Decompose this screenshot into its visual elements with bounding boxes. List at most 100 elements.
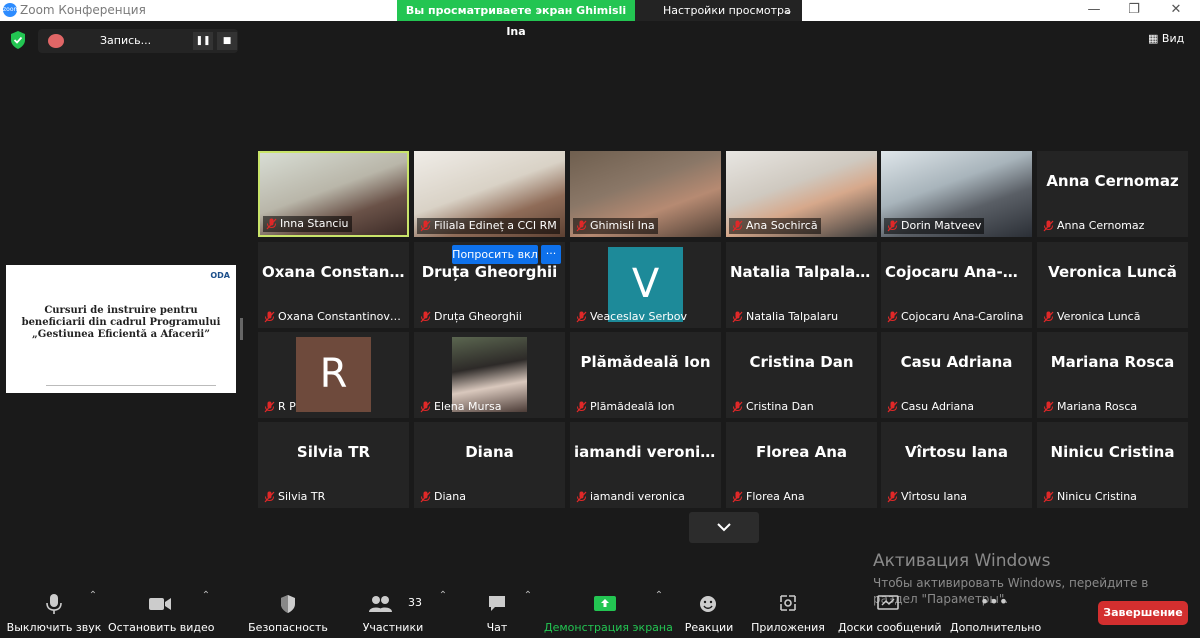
participant-name-label: Inna Stanciu [263, 216, 352, 232]
participant-name-text: Florea Ana [746, 490, 805, 503]
participant-name-text: Ana Sochircă [746, 219, 818, 232]
muted-mic-icon [420, 311, 431, 323]
participant-tile[interactable]: Ghimisli Ina [570, 151, 721, 237]
participant-display-name: Mariana Rosca [1050, 353, 1175, 371]
participant-tile[interactable]: Oxana Constant... Oxana Constantinova, ..… [258, 242, 409, 328]
participant-tile[interactable]: Cojocaru Ana-C... Cojocaru Ana-Carolina [881, 242, 1032, 328]
participant-tile[interactable]: Mariana Rosca Mariana Rosca [1037, 332, 1188, 418]
app-title: Zoom Конференция [20, 3, 146, 17]
encryption-shield-icon[interactable] [9, 30, 27, 50]
recording-label: Запись... [100, 34, 152, 47]
chevron-down-icon: ⌄ [783, 4, 793, 17]
participant-display-name: Natalia Talpalaru [730, 263, 874, 281]
minimize-icon[interactable]: — [1074, 0, 1114, 21]
participant-tile[interactable]: iamandi veronica iamandi veronica [570, 422, 721, 508]
panel-resize-handle[interactable] [240, 318, 243, 340]
share-screen-button[interactable]: Демонстрация экрана [544, 590, 673, 636]
participant-tile[interactable]: Ninicu Cristina Ninicu Cristina [1037, 422, 1188, 508]
participant-tile[interactable]: Anna Cernomaz Anna Cernomaz [1037, 151, 1188, 237]
pause-record-button[interactable]: ❚❚ [193, 32, 213, 50]
participant-tile[interactable]: Inna Stanciu [258, 151, 409, 237]
participant-name-text: Plămădeală Ion [590, 400, 675, 413]
slide-logo: ODA [210, 271, 230, 280]
view-label: Вид [1161, 32, 1185, 45]
chat-button[interactable]: Чат [472, 590, 522, 636]
participant-display-name: iamandi veronica [574, 443, 720, 461]
participant-tile[interactable]: Silvia TR Silvia TR [258, 422, 409, 508]
participant-name-label: Cojocaru Ana-Carolina [884, 309, 1026, 325]
stop-video-button[interactable]: Остановить видео [108, 590, 215, 636]
mute-label: Выключить звук [6, 621, 102, 634]
participant-tile[interactable]: RR P [258, 332, 409, 418]
participant-tile[interactable]: Cristina Dan Cristina Dan [726, 332, 877, 418]
participant-display-name: Anna Cernomaz [1046, 172, 1179, 190]
participant-display-name: Ninicu Cristina [1050, 443, 1175, 461]
participant-name-text: Filiala Edineț a CCI RM [434, 219, 557, 232]
participant-name-label: Natalia Talpalaru [729, 309, 841, 325]
restore-icon[interactable]: ❐ [1114, 0, 1154, 21]
participant-tile[interactable]: Casu Adriana Casu Adriana [881, 332, 1032, 418]
participant-display-name: Cristina Dan [749, 353, 854, 371]
participant-more-button[interactable]: ··· [541, 245, 561, 264]
participant-tile[interactable]: Plămădeală Ion Plămădeală Ion [570, 332, 721, 418]
participant-tile[interactable]: Dorin Matveev [881, 151, 1032, 237]
participant-name-text: iamandi veronica [590, 490, 685, 503]
participant-tile[interactable]: Natalia Talpalaru Natalia Talpalaru [726, 242, 877, 328]
security-button[interactable]: Безопасность [248, 590, 328, 636]
view-settings-dropdown[interactable]: Настройки просмотра ⌄ [635, 0, 802, 21]
next-page-button[interactable] [689, 512, 759, 543]
security-shield-icon [281, 595, 295, 613]
muted-mic-icon [1043, 311, 1054, 323]
participant-name-text: Natalia Talpalaru [746, 310, 839, 323]
view-settings-label: Настройки просмотра [663, 4, 791, 17]
recording-bar: Запись... ❚❚ ■ [38, 29, 238, 53]
audio-options-caret-icon[interactable]: ⌃ [86, 590, 100, 601]
ask-to-unmute-button[interactable]: Попросить вкл [452, 245, 538, 264]
participant-name-label: iamandi veronica [573, 489, 688, 505]
participant-tile[interactable]: Veronica Luncă Veronica Luncă [1037, 242, 1188, 328]
participant-display-name: Oxana Constant... [262, 263, 409, 281]
video-options-caret-icon[interactable]: ⌃ [199, 590, 213, 601]
participant-name-label: Ninicu Cristina [1040, 489, 1140, 505]
muted-mic-icon [420, 401, 431, 413]
view-button[interactable]: ▦ Вид [1148, 29, 1192, 49]
stop-record-button[interactable]: ■ [217, 32, 237, 50]
whiteboards-button[interactable]: Доски сообщений [838, 590, 942, 636]
muted-mic-icon [420, 491, 431, 503]
participant-name-text: Casu Adriana [901, 400, 974, 413]
participant-name-text: Veronica Luncă [1057, 310, 1141, 323]
participant-name-label: Druța Gheorghii [417, 309, 525, 325]
participant-name-text: Ghimisli Ina [590, 219, 655, 232]
muted-mic-icon [887, 491, 898, 503]
participant-name-label: Diana [417, 489, 469, 505]
participant-tile[interactable]: Diana Diana [414, 422, 565, 508]
share-caret-icon[interactable]: ⌃ [652, 590, 666, 601]
participant-tile[interactable]: Filiala Edineț a CCI RM [414, 151, 565, 237]
participant-name-label: R P [261, 399, 299, 415]
participants-button[interactable]: 33 Участники [360, 590, 426, 636]
participant-name-text: Druța Gheorghii [434, 310, 522, 323]
participant-name-text: Silvia TR [278, 490, 326, 503]
apps-button[interactable]: Приложения [750, 590, 826, 636]
participant-tile[interactable]: Elena Mursa [414, 332, 565, 418]
end-meeting-button[interactable]: Завершение [1098, 601, 1188, 625]
close-icon[interactable]: ✕ [1156, 0, 1196, 21]
chat-label: Чат [486, 621, 508, 634]
participant-tile[interactable]: Florea Ana Florea Ana [726, 422, 877, 508]
participant-name-label: Cristina Dan [729, 399, 817, 415]
apps-icon [780, 595, 796, 611]
participant-tile[interactable]: V Veaceslav Serbov [570, 242, 721, 328]
slide-divider [46, 385, 216, 386]
shared-screen-slide[interactable]: ODA Cursuri de instruire pentru benefici… [6, 265, 236, 393]
share-banner: Вы просматриваете экран Ghimisli Ina [397, 0, 635, 38]
muted-mic-icon [1043, 491, 1054, 503]
participant-name-label: Anna Cernomaz [1040, 218, 1147, 234]
chat-caret-icon[interactable]: ⌃ [521, 590, 535, 601]
participant-tile[interactable]: Vîrtosu Iana Vîrtosu Iana [881, 422, 1032, 508]
participant-name-text: Cristina Dan [746, 400, 814, 413]
participants-caret-icon[interactable]: ⌃ [436, 590, 450, 601]
more-button[interactable]: ••• Дополнительно [950, 590, 1041, 636]
participant-tile[interactable]: Ana Sochircă [726, 151, 877, 237]
reactions-button[interactable]: Реакции [680, 590, 738, 636]
participant-name-text: Ninicu Cristina [1057, 490, 1137, 503]
